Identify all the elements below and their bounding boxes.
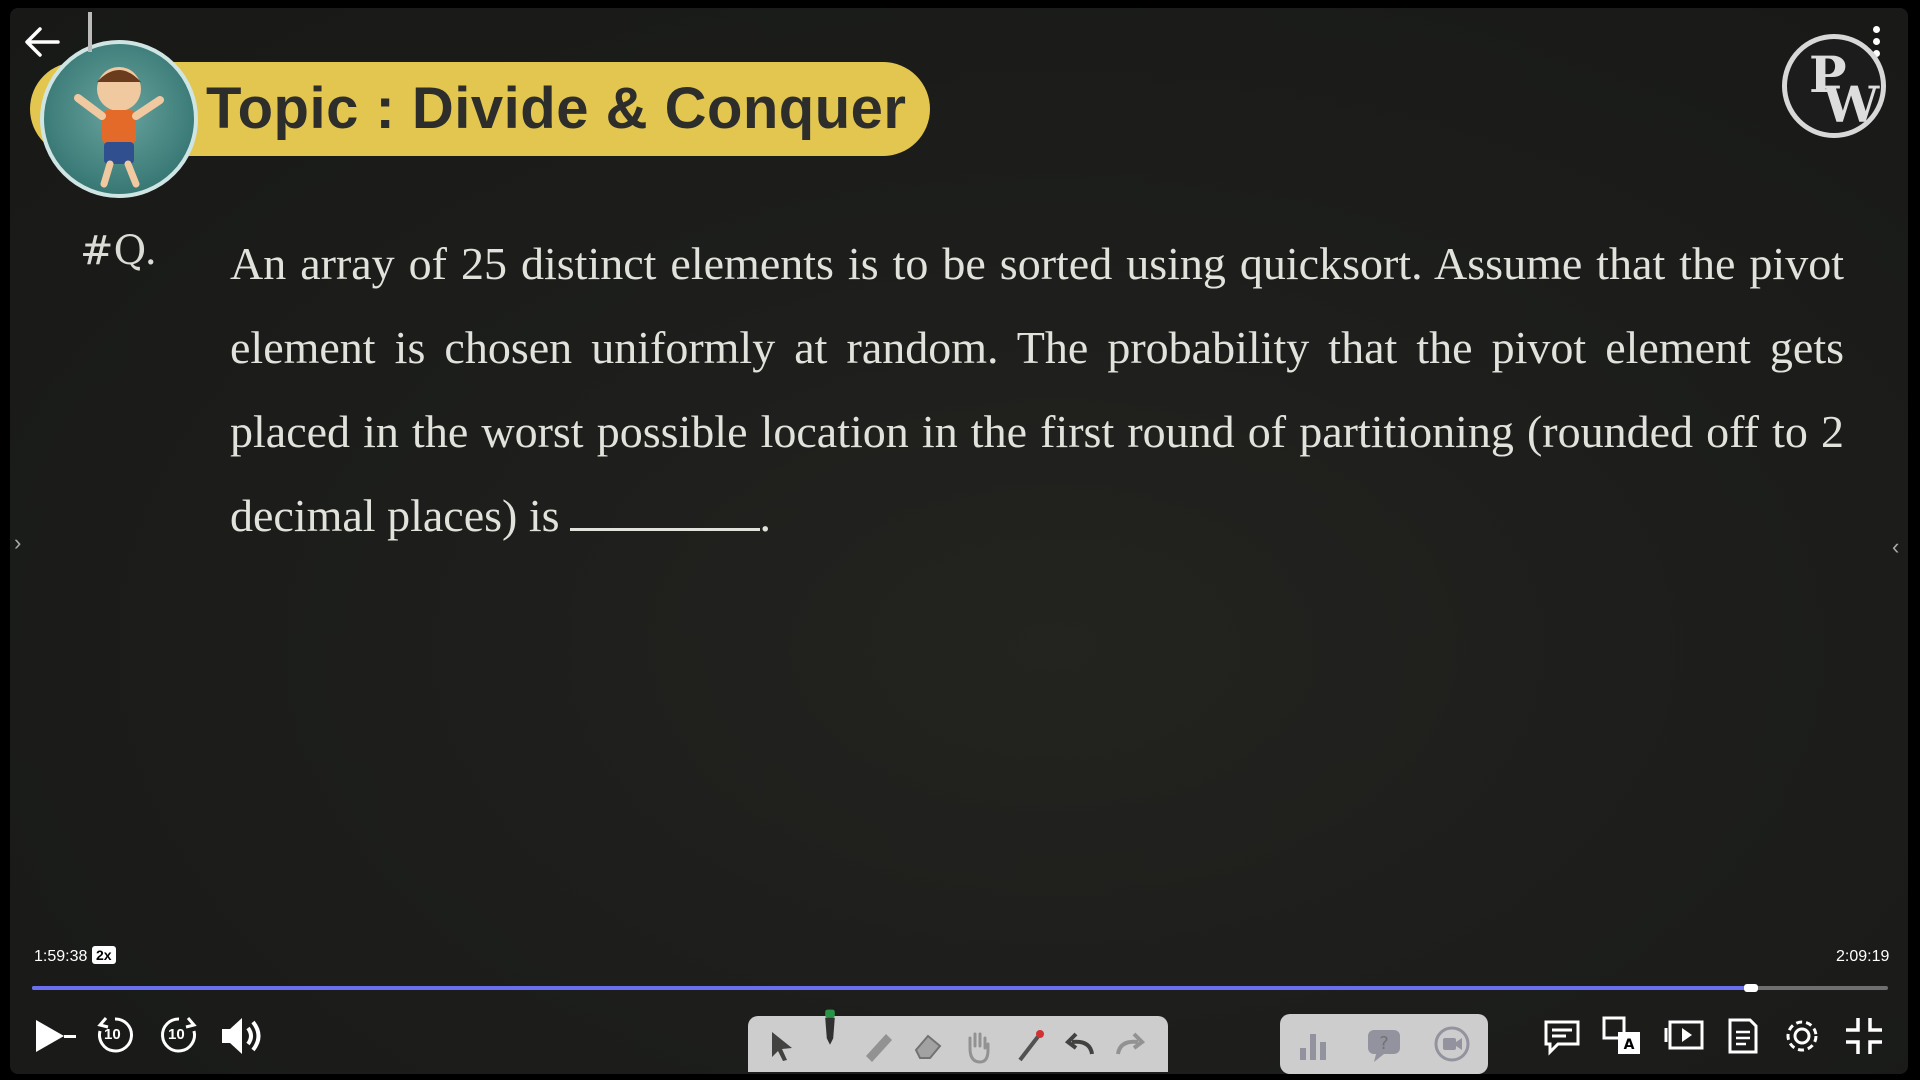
mascot-stick bbox=[88, 12, 92, 52]
progress-thumb[interactable] bbox=[1743, 984, 1758, 992]
volume-icon[interactable] bbox=[218, 1014, 266, 1058]
left-panel-toggle[interactable]: › bbox=[14, 530, 21, 556]
hand-tool-icon[interactable] bbox=[958, 1026, 998, 1066]
video-call-icon[interactable] bbox=[1432, 1024, 1472, 1064]
slides-icon[interactable] bbox=[1664, 1014, 1708, 1058]
question-body: An array of 25 distinct elements is to b… bbox=[230, 238, 1844, 541]
rewind-10-button[interactable]: 10 bbox=[94, 1014, 136, 1056]
question-period: . bbox=[759, 490, 772, 541]
play-icon[interactable] bbox=[30, 1016, 80, 1056]
progress-bar[interactable] bbox=[32, 984, 1888, 992]
svg-text:?: ? bbox=[1379, 1033, 1389, 1054]
highlighter-tool-icon[interactable] bbox=[858, 1026, 898, 1066]
notes-icon[interactable] bbox=[1722, 1014, 1766, 1058]
answer-blank bbox=[569, 498, 760, 531]
svg-text:A: A bbox=[1624, 1037, 1635, 1053]
duration: 2:09:19 bbox=[1836, 948, 1890, 965]
current-time: 1:59:38 bbox=[34, 948, 88, 965]
forward-seconds: 10 bbox=[168, 1026, 185, 1043]
engagement-toolbar: ? bbox=[1280, 1014, 1488, 1074]
doubt-icon[interactable]: ? bbox=[1364, 1024, 1404, 1064]
exit-fullscreen-icon[interactable] bbox=[1842, 1014, 1886, 1058]
translate-icon[interactable]: A bbox=[1600, 1014, 1644, 1058]
pen-tool-icon[interactable] bbox=[810, 1008, 850, 1048]
forward-10-button[interactable]: 10 bbox=[158, 1014, 200, 1056]
topic-title: Topic : Divide & Conquer bbox=[206, 76, 907, 141]
laser-tool-icon[interactable] bbox=[1010, 1026, 1050, 1066]
eraser-tool-icon[interactable] bbox=[908, 1026, 948, 1066]
right-panel-toggle[interactable]: ‹ bbox=[1892, 534, 1899, 560]
rewind-seconds: 10 bbox=[104, 1026, 121, 1043]
question-text: An array of 25 distinct elements is to b… bbox=[230, 222, 1844, 558]
redo-icon[interactable] bbox=[1110, 1026, 1150, 1066]
back-arrow-icon[interactable] bbox=[22, 24, 62, 60]
mascot-avatar bbox=[40, 40, 198, 198]
drawing-toolbar bbox=[748, 1009, 1168, 1072]
pointer-tool-icon[interactable] bbox=[762, 1026, 802, 1066]
settings-icon[interactable] bbox=[1780, 1014, 1824, 1058]
undo-icon[interactable] bbox=[1060, 1026, 1100, 1066]
poll-icon[interactable] bbox=[1294, 1024, 1334, 1064]
playback-speed-badge[interactable]: 2x bbox=[92, 946, 116, 964]
pw-logo: P W bbox=[1782, 34, 1886, 138]
question-label: #Q. bbox=[80, 228, 158, 274]
logo-letter-w: W bbox=[1823, 75, 1880, 134]
chat-icon[interactable] bbox=[1540, 1014, 1584, 1058]
progress-fill bbox=[32, 986, 1751, 990]
